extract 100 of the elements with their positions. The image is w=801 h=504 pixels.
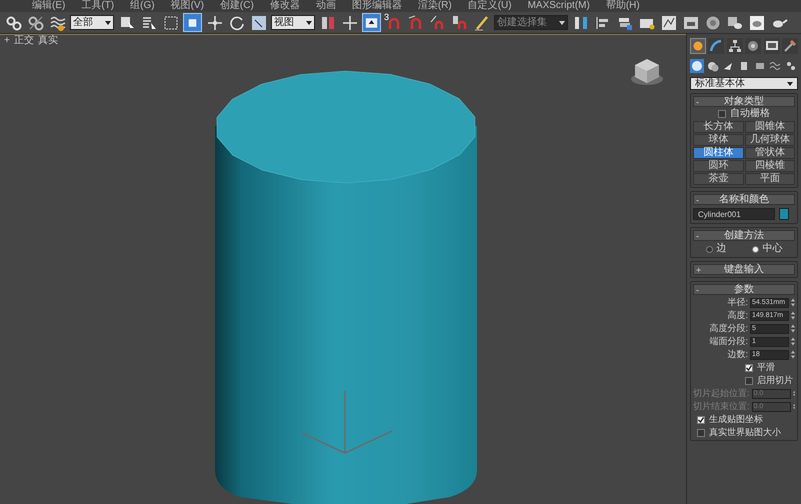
rotate-icon — [228, 14, 246, 32]
menu-item[interactable]: 帮助(H) — [606, 1, 640, 11]
radio-label: 中心 — [762, 244, 782, 254]
field-label: 边数: — [727, 350, 748, 359]
rollout-header[interactable]: - 参数 — [693, 284, 795, 295]
graph-button[interactable] — [659, 13, 678, 32]
caret-icon — [787, 82, 793, 86]
panel-tab[interactable] — [726, 38, 743, 54]
check-icon — [746, 364, 752, 370]
spinner-arrows-icon[interactable] — [791, 337, 795, 346]
menu-item[interactable]: 动画 — [316, 1, 336, 11]
move-button[interactable] — [340, 13, 359, 32]
checkbox[interactable] — [697, 416, 705, 424]
hierarchy-icon — [728, 39, 742, 53]
spinner-arrows-icon[interactable] — [791, 298, 795, 307]
object-type-button[interactable]: 管状体 — [744, 147, 795, 159]
field-label: 端面分段: — [709, 337, 748, 346]
rollout-header[interactable]: - 创建方法 — [693, 230, 795, 241]
expand-toggle[interactable]: - — [696, 231, 699, 241]
panel-tab[interactable] — [745, 38, 762, 54]
radio-button[interactable] — [706, 246, 712, 252]
panel-tab[interactable] — [708, 38, 724, 54]
caret-icon — [559, 20, 565, 24]
radio-label: 边 — [716, 244, 726, 254]
spinner-arrows-icon[interactable] — [791, 311, 795, 320]
expand-toggle[interactable]: + — [696, 265, 702, 275]
box-icon — [754, 60, 766, 72]
dashed-rectangle-icon — [162, 14, 180, 32]
menu-item[interactable]: 工具(T) — [81, 1, 114, 11]
move-icon — [340, 14, 358, 32]
object-type-button[interactable]: 长方体 — [693, 121, 744, 133]
unlink-icon — [26, 14, 44, 32]
dropdown[interactable]: 创建选择集 — [494, 15, 568, 30]
pencil-icon — [472, 14, 490, 32]
field-label: 半径: — [727, 298, 748, 307]
dropdown[interactable]: 视图 — [271, 15, 315, 30]
checkbox[interactable] — [745, 376, 753, 384]
category-button[interactable] — [768, 59, 782, 73]
panel-tab[interactable] — [764, 38, 780, 54]
checkbox[interactable] — [718, 110, 726, 118]
category-button[interactable] — [706, 59, 720, 73]
object-type-button[interactable]: 四棱锥 — [744, 160, 795, 172]
object-type-button[interactable]: 茶壶 — [693, 173, 744, 185]
caret-icon — [306, 20, 312, 24]
hammer-icon — [782, 39, 797, 53]
checkbox-label: 真实世界贴图大小 — [709, 428, 781, 437]
view-cube-icon[interactable] — [630, 57, 664, 87]
category-button[interactable] — [690, 59, 704, 73]
move-button[interactable] — [205, 13, 224, 32]
expand-toggle[interactable]: - — [696, 285, 699, 295]
menu-item[interactable]: 视图(V) — [170, 1, 204, 11]
spinner-arrows-icon[interactable] — [791, 350, 795, 359]
monitor-icon — [764, 39, 779, 53]
caret-icon — [105, 20, 111, 24]
object-type-button[interactable]: 圆环 — [693, 160, 744, 172]
menu-item[interactable]: 编辑(E) — [32, 1, 66, 11]
expand-toggle[interactable]: - — [696, 195, 699, 205]
panel-tab[interactable] — [782, 38, 798, 54]
object-type-button[interactable]: 圆柱体 — [693, 147, 744, 159]
object-type-button[interactable]: 平面 — [744, 173, 795, 185]
menu-item[interactable]: 组(G) — [130, 1, 155, 11]
object-type-button[interactable]: 球体 — [693, 134, 744, 146]
menu-item[interactable]: MAXScript(M) — [528, 1, 590, 11]
field-label: 切片结束位置: — [693, 402, 750, 411]
radio-button[interactable] — [752, 246, 758, 252]
menu-item[interactable]: 修改器 — [270, 1, 300, 11]
expand-toggle[interactable]: - — [696, 97, 699, 107]
checkbox-label: 生成贴图坐标 — [709, 415, 763, 424]
rollout-header[interactable]: - 对象类型 — [693, 96, 795, 107]
name-field[interactable]: Cylinder001 — [693, 208, 775, 220]
square-button[interactable] — [183, 13, 202, 32]
move-icon — [206, 14, 224, 32]
link-icon — [4, 14, 22, 32]
sphere-icon — [691, 39, 705, 53]
rollout-header[interactable]: + 键盘输入 — [693, 264, 795, 275]
field-label: 高度分段: — [709, 324, 748, 333]
magnet-button[interactable]: 3 — [384, 13, 403, 32]
menu-item[interactable]: 图形编辑器 — [352, 1, 402, 11]
viewport-label[interactable]: + — [4, 36, 10, 46]
field-label: 高度: — [727, 311, 748, 320]
spinner-magnet-button[interactable] — [450, 13, 469, 32]
color-swatch[interactable] — [779, 208, 789, 220]
checkbox-label: 启用切片 — [757, 376, 793, 385]
wave-icon — [769, 60, 782, 72]
sphere-icon — [691, 60, 703, 72]
spinner-magnet-icon — [450, 14, 468, 32]
curve-icon — [709, 39, 724, 53]
spheres-icon — [706, 60, 719, 72]
menu-item[interactable]: 创建(C) — [220, 1, 254, 11]
dropdown[interactable]: 全部 — [70, 15, 114, 30]
checkbox[interactable] — [745, 364, 753, 372]
object-type-button[interactable]: 圆锥体 — [744, 121, 795, 133]
field-label: 切片起始位置: — [693, 389, 750, 398]
rollout-header[interactable]: - 名称和颜色 — [693, 194, 795, 205]
category-dropdown[interactable]: 标准基本体 — [690, 77, 798, 90]
spinner-arrows-icon[interactable] — [791, 324, 795, 333]
checkbox[interactable] — [697, 428, 705, 436]
check-icon — [698, 416, 704, 422]
dots-icon — [784, 60, 797, 72]
object-type-button[interactable]: 几何球体 — [744, 134, 795, 146]
